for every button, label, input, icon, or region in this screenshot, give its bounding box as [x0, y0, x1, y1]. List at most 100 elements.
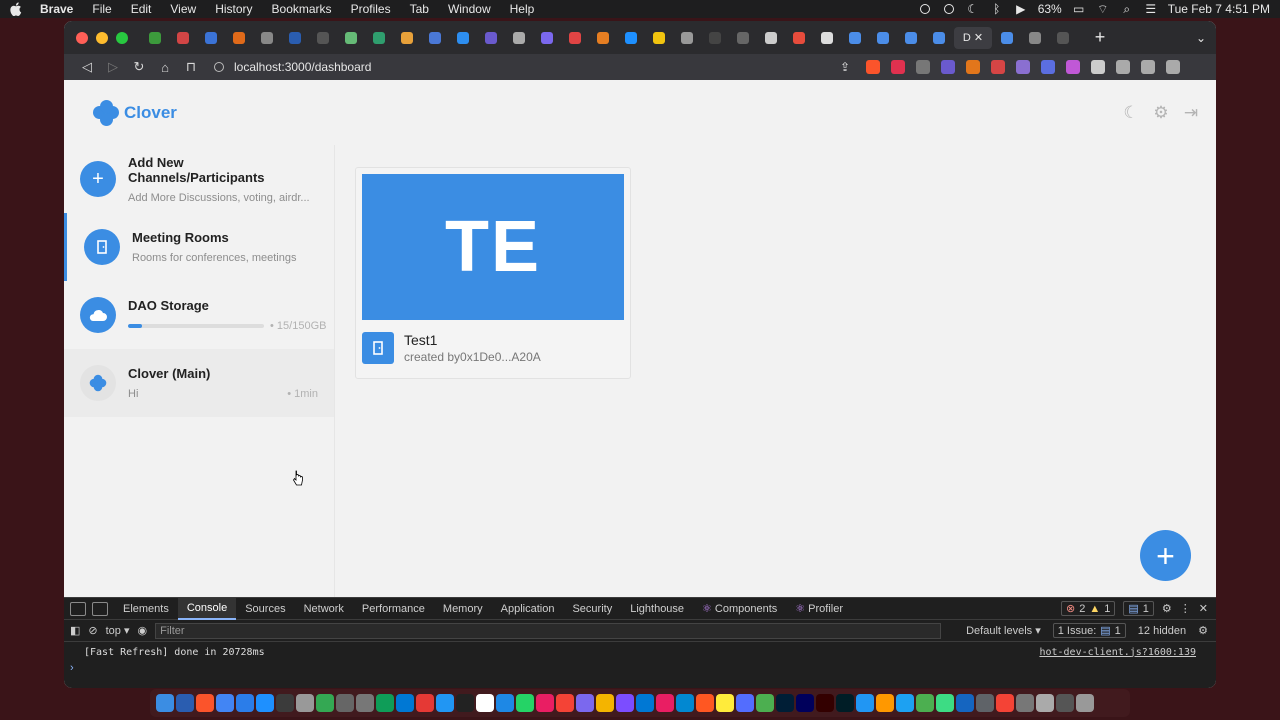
brave-shields-icon[interactable]	[866, 60, 880, 74]
clear-console-icon[interactable]: ⊘	[88, 624, 97, 637]
dock-app-icon[interactable]	[176, 694, 194, 712]
menu-window[interactable]: Window	[448, 2, 491, 16]
address-bar-url[interactable]: localhost:3000/dashboard	[234, 60, 371, 74]
dock-app-icon[interactable]	[596, 694, 614, 712]
dock-app-icon[interactable]	[836, 694, 854, 712]
dock-app-icon[interactable]	[256, 694, 274, 712]
console-filter-input[interactable]: Filter	[155, 622, 942, 639]
issues-counter[interactable]: 1 Issue: ▤ 1	[1052, 623, 1126, 638]
dock-app-icon[interactable]	[956, 694, 974, 712]
puzzle-icon[interactable]	[1091, 60, 1105, 74]
dock-app-icon[interactable]	[1016, 694, 1034, 712]
devtools-tab-profiler[interactable]: ⚛ Profiler	[786, 598, 852, 620]
menu-file[interactable]: File	[92, 2, 111, 16]
dock-app-icon[interactable]	[516, 694, 534, 712]
dock-app-icon[interactable]	[316, 694, 334, 712]
browser-tab[interactable]	[478, 27, 504, 49]
logout-icon[interactable]: ⇥	[1182, 103, 1200, 123]
extension-purple-icon[interactable]	[1016, 60, 1030, 74]
browser-tab[interactable]	[562, 27, 588, 49]
browser-tab[interactable]	[506, 27, 532, 49]
dock-app-icon[interactable]	[1076, 694, 1094, 712]
devtools-close-icon[interactable]: ✕	[1199, 602, 1208, 615]
back-icon[interactable]: ◁	[74, 59, 100, 75]
menu-bookmarks[interactable]: Bookmarks	[272, 2, 332, 16]
site-info-icon[interactable]	[214, 62, 224, 72]
dock-app-icon[interactable]	[396, 694, 414, 712]
browser-tab[interactable]	[282, 27, 308, 49]
console-prompt[interactable]: ›	[64, 662, 1216, 674]
address-bar[interactable]: localhost:3000/dashboard ⇪	[214, 57, 854, 77]
play-icon[interactable]: ▶	[1014, 2, 1028, 16]
control-center-icon[interactable]: ☰	[1144, 2, 1158, 16]
dock-app-icon[interactable]	[356, 694, 374, 712]
dock-app-icon[interactable]	[916, 694, 934, 712]
menu-brave[interactable]: Brave	[40, 2, 73, 16]
sidebar-item-clover-main[interactable]: Clover (Main) Hi • 1min	[64, 349, 334, 417]
dock-app-icon[interactable]	[696, 694, 714, 712]
browser-tab[interactable]	[758, 27, 784, 49]
dock-app-icon[interactable]	[216, 694, 234, 712]
devtools-tab-console[interactable]: Console	[177, 597, 237, 620]
dock-app-icon[interactable]	[876, 694, 894, 712]
dock-app-icon[interactable]	[456, 694, 474, 712]
dock-app-icon[interactable]	[536, 694, 554, 712]
extension-pink-icon[interactable]	[1066, 60, 1080, 74]
dock-app-icon[interactable]	[796, 694, 814, 712]
console-message-source[interactable]: hot-dev-client.js?1600:139	[1039, 647, 1196, 658]
dock-app-icon[interactable]	[936, 694, 954, 712]
devtools-tab-elements[interactable]: Elements	[114, 598, 178, 620]
inspect-element-icon[interactable]	[70, 601, 86, 616]
browser-tab[interactable]	[926, 27, 952, 49]
browser-tab[interactable]	[338, 27, 364, 49]
dock-app-icon[interactable]	[556, 694, 574, 712]
console-settings-icon[interactable]: ⚙	[1198, 624, 1208, 637]
tab-search-chevron-icon[interactable]: ⌄	[1196, 31, 1206, 45]
dock-app-icon[interactable]	[816, 694, 834, 712]
wifi-icon[interactable]: ⌔	[1096, 2, 1110, 16]
menu-tab[interactable]: Tab	[410, 2, 429, 16]
browser-tab[interactable]	[1022, 27, 1048, 49]
dock-app-icon[interactable]	[196, 694, 214, 712]
browser-tab[interactable]	[226, 27, 252, 49]
dock-app-icon[interactable]	[476, 694, 494, 712]
menu-view[interactable]: View	[170, 2, 196, 16]
new-tab-button[interactable]: +	[1090, 27, 1110, 48]
dock-app-icon[interactable]	[296, 694, 314, 712]
devtools-tab-application[interactable]: Application	[492, 598, 564, 620]
menu-help[interactable]: Help	[510, 2, 535, 16]
browser-tab[interactable]	[842, 27, 868, 49]
extension-badge-icon[interactable]	[941, 60, 955, 74]
dock-app-icon[interactable]	[1036, 694, 1054, 712]
moon-icon[interactable]: ☾	[966, 2, 980, 16]
dark-mode-icon[interactable]: ☾	[1122, 103, 1140, 123]
browser-tab[interactable]	[646, 27, 672, 49]
dock-app-icon[interactable]	[416, 694, 434, 712]
apple-icon[interactable]	[10, 2, 24, 16]
bookmark-icon[interactable]: ⊓	[178, 59, 204, 75]
headphones-icon[interactable]	[942, 3, 956, 15]
devtools-tab-security[interactable]: Security	[563, 598, 621, 620]
dock-app-icon[interactable]	[1056, 694, 1074, 712]
browser-tab[interactable]	[394, 27, 420, 49]
browser-tab[interactable]	[422, 27, 448, 49]
browser-tab[interactable]	[994, 27, 1020, 49]
browser-tab[interactable]	[198, 27, 224, 49]
extension-gear-icon[interactable]	[1041, 60, 1055, 74]
browser-tab[interactable]	[618, 27, 644, 49]
settings-gear-icon[interactable]: ⚙	[1152, 103, 1170, 123]
browser-tab-active[interactable]: D ✕	[954, 26, 992, 49]
dock-app-icon[interactable]	[736, 694, 754, 712]
live-expression-eye-icon[interactable]: ◉	[138, 624, 148, 637]
device-toggle-icon[interactable]	[92, 601, 108, 616]
forward-icon[interactable]: ▷	[100, 59, 126, 75]
battery-icon[interactable]: ▭	[1072, 2, 1086, 16]
dock-app-icon[interactable]	[996, 694, 1014, 712]
browser-tab[interactable]	[254, 27, 280, 49]
vpn-extension-icon[interactable]	[916, 60, 930, 74]
browser-tab[interactable]	[898, 27, 924, 49]
browser-tab[interactable]	[786, 27, 812, 49]
maximize-window-button[interactable]	[116, 31, 128, 44]
devtools-tab-lighthouse[interactable]: Lighthouse	[621, 598, 693, 620]
browser-tab[interactable]	[702, 27, 728, 49]
